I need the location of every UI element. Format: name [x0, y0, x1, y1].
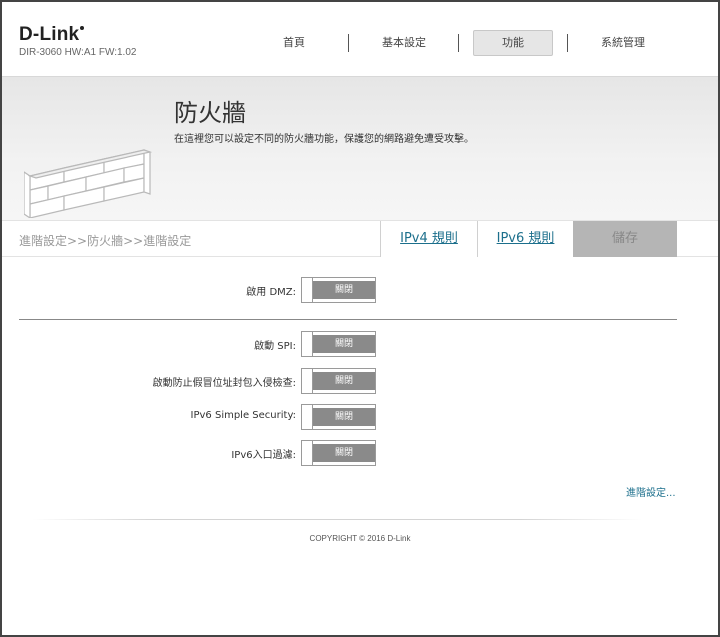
ipv6-ingress-filter-label: IPv6入口過濾:: [231, 450, 296, 461]
dlink-logo: D-Link: [19, 24, 85, 46]
toggle-knob: [302, 405, 313, 429]
ipv6-simple-security-toggle[interactable]: 關閉: [301, 404, 376, 430]
toggle-knob: [302, 369, 313, 393]
brick-wall-icon: [24, 149, 153, 218]
toggle-state: 關閉: [313, 335, 375, 353]
section-divider: [19, 319, 677, 320]
toggle-state: 關閉: [313, 444, 375, 462]
ipv6-ingress-filter-toggle[interactable]: 關閉: [301, 440, 376, 466]
anti-spoof-toggle[interactable]: 關閉: [301, 368, 376, 394]
main-nav: 首頁 基本設定 功能 系統管理: [242, 30, 662, 56]
page-description: 在這裡您可以設定不同的防火牆功能，保護您的網路避免遭受攻擊。: [174, 134, 474, 145]
anti-spoof-label: 啟動防止假冒位址封包入侵檢查:: [152, 378, 296, 389]
dmz-label: 啟用 DMZ:: [246, 287, 296, 298]
tab-bar: 進階設定>>防火牆>>進階設定 IPv4 規則 IPv6 規則 儲存: [2, 220, 718, 257]
spi-label: 啟動 SPI:: [254, 341, 296, 352]
tab-ipv4-rules[interactable]: IPv4 規則: [380, 221, 477, 257]
ipv6-simple-security-row: IPv6 Simple Security: 關閉: [2, 404, 718, 430]
advanced-settings-link[interactable]: 進階設定...: [626, 484, 676, 499]
tab-ipv6-rules[interactable]: IPv6 規則: [477, 221, 573, 257]
nav-basic-settings[interactable]: 基本設定: [370, 30, 438, 56]
anti-spoof-row: 啟動防止假冒位址封包入侵檢查: 關閉: [2, 368, 718, 394]
toggle-knob: [302, 441, 313, 465]
ipv6-simple-security-label: IPv6 Simple Security:: [190, 410, 296, 421]
model-info: DIR-3060 HW:A1 FW:1.02: [19, 47, 137, 58]
footer-divider: [32, 519, 642, 520]
page-banner: 防火牆 在這裡您可以設定不同的防火牆功能，保護您的網路避免遭受攻擊。: [2, 77, 718, 220]
dmz-toggle[interactable]: 關閉: [301, 277, 376, 303]
breadcrumb: 進階設定>>防火牆>>進階設定: [19, 234, 192, 248]
nav-separator: [348, 34, 349, 52]
nav-features[interactable]: 功能: [473, 30, 553, 56]
nav-system-management[interactable]: 系統管理: [588, 30, 658, 56]
toggle-state: 關閉: [313, 408, 375, 426]
spi-row: 啟動 SPI: 關閉: [2, 331, 718, 357]
router-admin-page: D-Link DIR-3060 HW:A1 FW:1.02 首頁 基本設定 功能…: [0, 0, 720, 637]
ipv6-ingress-filter-row: IPv6入口過濾: 關閉: [2, 440, 718, 466]
nav-separator: [458, 34, 459, 52]
header: D-Link DIR-3060 HW:A1 FW:1.02 首頁 基本設定 功能…: [2, 2, 718, 77]
dmz-row: 啟用 DMZ: 關閉: [2, 277, 718, 303]
toggle-knob: [302, 332, 313, 356]
nav-home[interactable]: 首頁: [262, 30, 326, 56]
toggle-knob: [302, 278, 313, 302]
toggle-state: 關閉: [313, 372, 375, 390]
nav-separator: [567, 34, 568, 52]
copyright: COPYRIGHT © 2016 D-Link: [309, 534, 411, 543]
spi-toggle[interactable]: 關閉: [301, 331, 376, 357]
page-title: 防火牆: [174, 99, 246, 127]
save-button[interactable]: 儲存: [573, 221, 677, 257]
toggle-state: 關閉: [313, 281, 375, 299]
